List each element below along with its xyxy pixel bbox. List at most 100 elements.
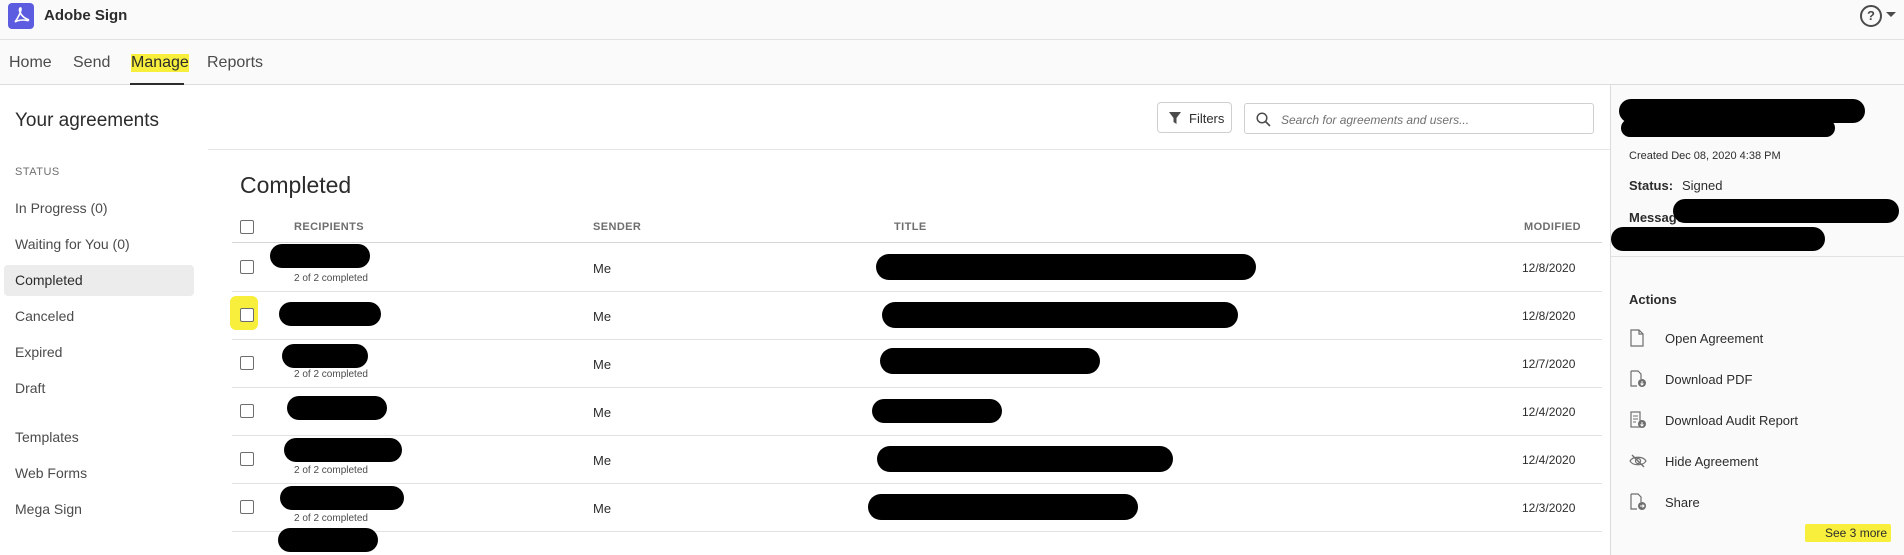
panel-divider [1611, 256, 1904, 257]
row-checkbox[interactable] [240, 404, 254, 418]
modified-date: 12/8/2020 [1522, 261, 1576, 275]
adobe-sign-logo-icon [8, 3, 34, 29]
row-checkbox[interactable] [240, 260, 254, 274]
actions-header: Actions [1629, 292, 1677, 307]
action-label: Download Audit Report [1665, 413, 1798, 428]
sender-value: Me [593, 309, 612, 324]
sidebar-item-completed[interactable]: Completed [4, 265, 194, 296]
status-value: Signed [1682, 178, 1723, 193]
download-pdf-icon [1630, 370, 1646, 387]
message-redacted [1611, 227, 1825, 251]
col-header-title[interactable]: TITLE [894, 221, 927, 233]
agreements-list: Completed RECIPIENTS SENDER TITLE MODIFI… [208, 150, 1610, 555]
title-redacted[interactable] [877, 446, 1173, 472]
tab-manage[interactable]: Manage [131, 54, 189, 72]
action-label: Share [1665, 495, 1700, 510]
col-header-modified[interactable]: MODIFIED [1524, 221, 1581, 233]
recipient-redacted [279, 302, 381, 326]
row-checkbox[interactable] [240, 308, 254, 322]
modified-date: 12/7/2020 [1522, 357, 1576, 371]
row-checkbox[interactable] [240, 452, 254, 466]
sender-value: Me [593, 453, 612, 468]
modified-date: 12/3/2020 [1522, 501, 1576, 515]
sender-value: Me [593, 501, 612, 516]
row-divider [232, 387, 1602, 388]
app-title: Adobe Sign [44, 7, 128, 24]
page-title: Your agreements [15, 110, 160, 131]
title-redacted[interactable] [872, 399, 1002, 423]
agreement-subtitle-redacted [1621, 119, 1835, 137]
row-divider [232, 339, 1602, 340]
row-checkbox[interactable] [240, 356, 254, 370]
filters-label: Filters [1189, 111, 1225, 126]
search-input[interactable] [1279, 108, 1583, 131]
help-icon[interactable]: ? [1860, 5, 1882, 27]
action-label: Download PDF [1665, 372, 1753, 387]
sidebar-item-templates[interactable]: Templates [4, 422, 194, 453]
completion-status: 2 of 2 completed [294, 369, 368, 380]
modified-date: 12/4/2020 [1522, 453, 1576, 467]
sidebar-item-draft[interactable]: Draft [4, 373, 194, 404]
recipient-redacted [280, 486, 404, 510]
header-divider [232, 242, 1602, 243]
message-redacted [1673, 199, 1899, 223]
sender-value: Me [593, 357, 612, 372]
sidebar: Your agreements STATUS In Progress (0) W… [0, 85, 208, 555]
col-header-recipients[interactable]: RECIPIENTS [294, 221, 364, 233]
chevron-down-icon[interactable] [1886, 12, 1896, 17]
row-checkbox[interactable] [240, 500, 254, 514]
filters-button[interactable]: Filters [1157, 102, 1232, 133]
sender-value: Me [593, 405, 612, 420]
see-more-link[interactable]: See 3 more [1805, 524, 1892, 542]
select-all-checkbox[interactable] [240, 220, 254, 234]
title-redacted[interactable] [868, 494, 1138, 520]
recipient-redacted [284, 438, 402, 462]
sidebar-item-expired[interactable]: Expired [4, 337, 194, 368]
sidebar-item-web-forms[interactable]: Web Forms [4, 458, 194, 489]
document-icon [1630, 329, 1644, 347]
action-label: Hide Agreement [1665, 454, 1759, 469]
search-icon [1256, 112, 1271, 127]
sidebar-item-mega-sign[interactable]: Mega Sign [4, 494, 194, 525]
open-agreement-action[interactable]: Open Agreement [1629, 327, 1889, 351]
recipient-redacted [287, 396, 387, 420]
completion-status: 2 of 2 completed [294, 273, 368, 284]
download-pdf-action[interactable]: Download PDF [1629, 368, 1889, 392]
modified-date: 12/4/2020 [1522, 405, 1576, 419]
main-nav: Home Send Manage Reports [0, 40, 1904, 118]
recipient-redacted [270, 244, 370, 268]
sidebar-item-canceled[interactable]: Canceled [4, 301, 194, 332]
top-bar: Adobe Sign ? [0, 0, 1904, 40]
download-audit-report-action[interactable]: Download Audit Report [1629, 409, 1889, 433]
audit-report-icon [1630, 411, 1646, 428]
row-divider [232, 483, 1602, 484]
title-redacted[interactable] [880, 348, 1100, 374]
recipient-redacted [282, 344, 368, 368]
created-date: Created Dec 08, 2020 4:38 PM [1629, 150, 1781, 162]
modified-date: 12/8/2020 [1522, 309, 1576, 323]
sender-value: Me [593, 261, 612, 276]
recipient-redacted [278, 528, 378, 552]
share-action[interactable]: Share [1629, 491, 1889, 515]
col-header-sender[interactable]: SENDER [593, 221, 641, 233]
hide-agreement-action[interactable]: Hide Agreement [1629, 450, 1889, 474]
sidebar-item-in-progress[interactable]: In Progress (0) [4, 193, 194, 224]
row-divider [232, 531, 1602, 532]
action-label: Open Agreement [1665, 331, 1764, 346]
tab-reports[interactable]: Reports [207, 54, 263, 72]
search-box[interactable] [1244, 103, 1594, 134]
status-header: STATUS [15, 166, 60, 178]
title-redacted[interactable] [876, 254, 1256, 280]
tab-send[interactable]: Send [73, 54, 110, 72]
sidebar-item-waiting[interactable]: Waiting for You (0) [4, 229, 194, 260]
filter-icon [1169, 112, 1181, 124]
completion-status: 2 of 2 completed [294, 465, 368, 476]
tab-home[interactable]: Home [9, 54, 52, 72]
hide-eye-icon [1629, 454, 1647, 468]
completion-status: 2 of 2 completed [294, 513, 368, 524]
status-label: Status: [1629, 178, 1674, 193]
row-divider [232, 291, 1602, 292]
row-divider [232, 435, 1602, 436]
title-redacted[interactable] [882, 302, 1238, 328]
section-title: Completed [240, 172, 352, 198]
